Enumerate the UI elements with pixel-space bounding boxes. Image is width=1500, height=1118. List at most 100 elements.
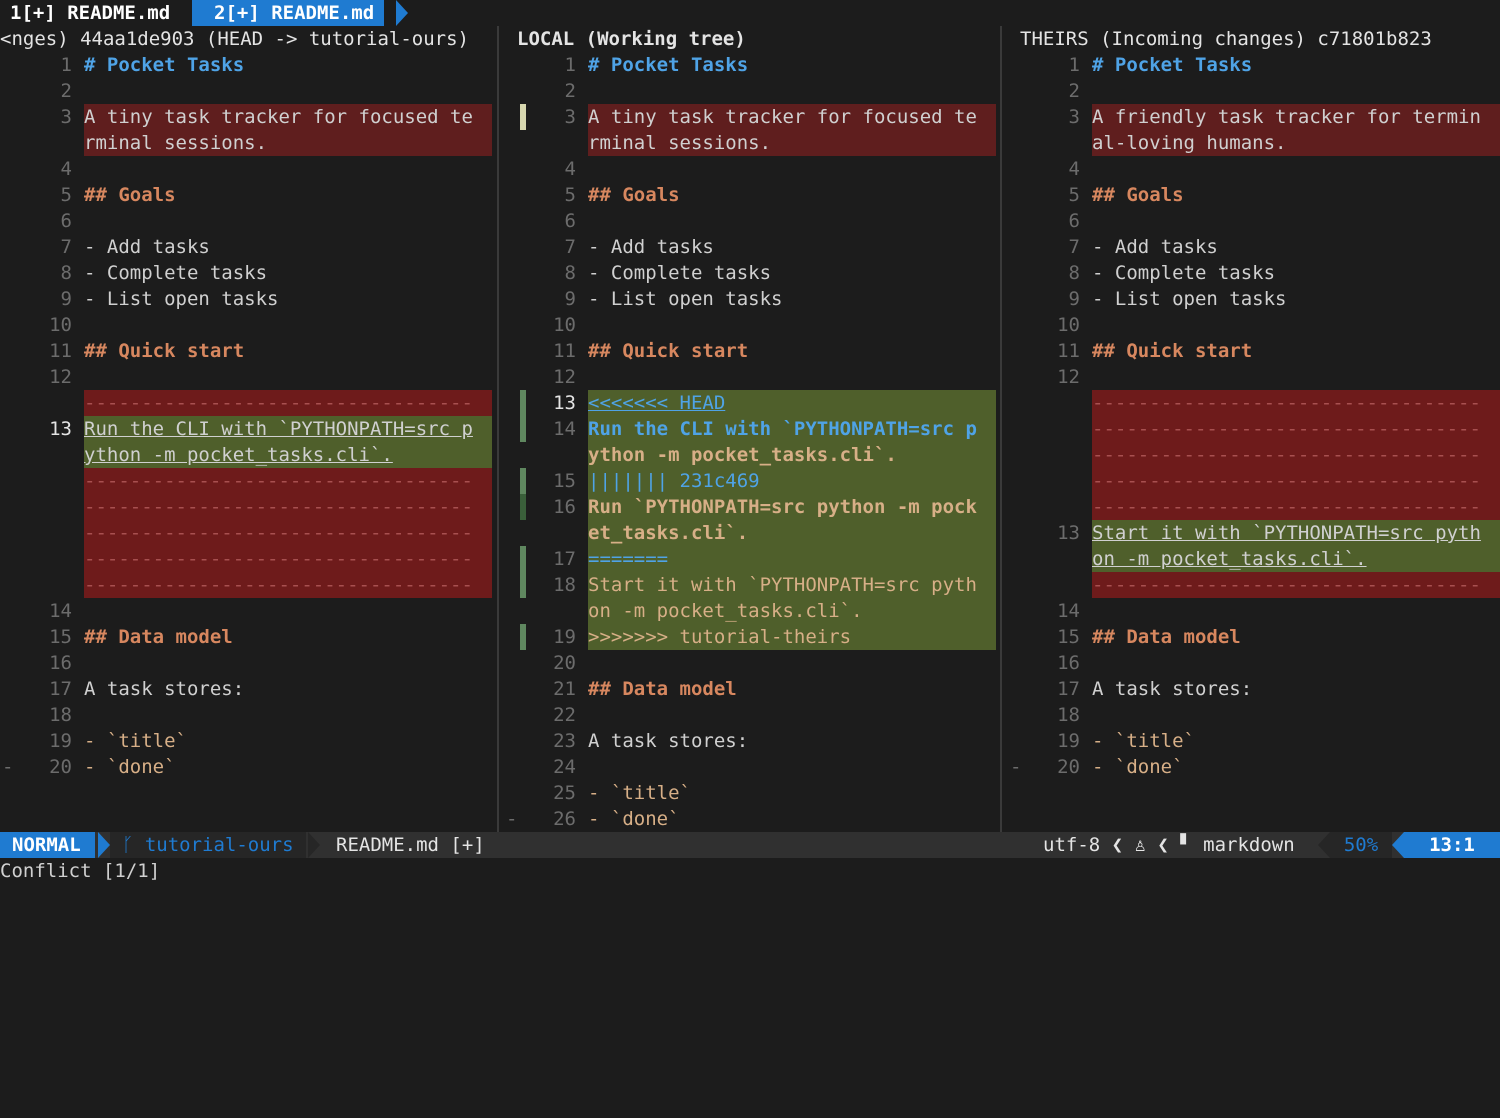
- diff-filler: ---------------------------------- -----…: [84, 468, 492, 598]
- command-line[interactable]: Conflict [1/1]: [0, 858, 160, 884]
- list-item: - Complete tasks: [588, 262, 772, 284]
- line-number: 8: [1068, 262, 1080, 284]
- text-line: ython -m pocket_tasks.cli`.: [588, 444, 897, 466]
- tab-1[interactable]: 1[+] README.md: [0, 0, 181, 26]
- powerline-separator: [1318, 832, 1330, 858]
- heading: # Pocket Tasks: [84, 54, 245, 76]
- tab-2-active[interactable]: 2[+] README.md: [192, 0, 385, 26]
- line-number: 20: [49, 756, 72, 778]
- list-item: - `title`: [84, 730, 187, 752]
- text-line: ython -m pocket_tasks.cli`.: [84, 444, 393, 466]
- line-number: 12: [1057, 366, 1080, 388]
- line-number: 26: [553, 808, 576, 830]
- line-number: 2: [60, 80, 72, 102]
- list-item: - `done`: [588, 808, 680, 830]
- line-number: 11: [49, 340, 72, 362]
- line-number: 9: [1068, 288, 1080, 310]
- line-number: 12: [49, 366, 72, 388]
- line-number: 3: [1068, 106, 1080, 128]
- list-item: - `title`: [588, 782, 691, 804]
- line-number: 25: [553, 782, 576, 804]
- line-number: 17: [49, 678, 72, 700]
- text-line: on -m pocket_tasks.cli`.: [588, 600, 863, 622]
- heading: ## Data model: [1092, 626, 1241, 648]
- heading: ## Quick start: [1092, 340, 1253, 362]
- conflict-marker-base: ||||||| 231c469: [588, 470, 760, 492]
- powerline-separator: [308, 832, 320, 858]
- text-line: A task stores:: [84, 678, 245, 700]
- cursor-position: 13:1: [1404, 832, 1500, 858]
- line-number: 9: [60, 288, 72, 310]
- list-item: - Add tasks: [1092, 236, 1218, 258]
- line-number: 7: [564, 236, 576, 258]
- text-line: Run the CLI with `PYTHONPATH=src p: [588, 418, 977, 440]
- diff-filler: ----------------------------------: [84, 390, 492, 416]
- text-line: A friendly task tracker for termin: [1092, 106, 1481, 128]
- list-item: - `done`: [1092, 756, 1184, 778]
- line-number: 1: [1068, 54, 1080, 76]
- line-number: 20: [1057, 756, 1080, 778]
- file-info: utf-8 ❮ ♙ ❮ ▘ markdown: [1043, 834, 1295, 856]
- pane-ours[interactable]: <nges) 44aa1de903 (HEAD -> tutorial-ours…: [0, 26, 497, 832]
- conflict-marker-theirs: >>>>>>> tutorial-theirs: [588, 626, 852, 648]
- heading: # Pocket Tasks: [1092, 54, 1253, 76]
- text-line: Start it with `PYTHONPATH=src pyth: [1092, 522, 1481, 544]
- line-number: 15: [1057, 626, 1080, 648]
- line-number: 18: [1057, 704, 1080, 726]
- line-number: 9: [564, 288, 576, 310]
- line-number: 13: [1057, 522, 1080, 544]
- tab-separator: [396, 0, 408, 26]
- line-number: 17: [553, 548, 576, 570]
- line-number: 4: [1068, 158, 1080, 180]
- text-line: Run `PYTHONPATH=src python -m pock: [588, 496, 977, 518]
- line-number: 6: [60, 210, 72, 232]
- pane-header-local: LOCAL (Working tree): [517, 28, 746, 50]
- line-number: 3: [564, 106, 576, 128]
- pane-local[interactable]: LOCAL (Working tree) 1 # Pocket Tasks 2 3…: [500, 26, 1000, 832]
- file-name: README.md [+]: [336, 834, 485, 856]
- conflict-marker-head: <<<<<<< HEAD: [588, 392, 726, 414]
- line-number: 10: [49, 314, 72, 336]
- line-number: 16: [553, 496, 576, 518]
- line-number: 10: [1057, 314, 1080, 336]
- scroll-percent: 50%: [1330, 832, 1392, 858]
- line-number: 3: [60, 106, 72, 128]
- heading: ## Data model: [588, 678, 737, 700]
- line-number: 1: [60, 54, 72, 76]
- pane-divider[interactable]: [1000, 26, 1002, 832]
- tabline: 1[+] README.md 2[+] README.md: [0, 0, 1500, 26]
- line-number: 22: [553, 704, 576, 726]
- line-number: 14: [553, 418, 576, 440]
- pane-theirs[interactable]: THEIRS (Incoming changes) c71801b823 1 # …: [1003, 26, 1500, 832]
- line-number: 13: [49, 418, 72, 440]
- line-number: 14: [1057, 600, 1080, 622]
- pane-header-theirs: THEIRS (Incoming changes) c71801b823: [1020, 28, 1432, 50]
- line-number: 4: [564, 158, 576, 180]
- list-item: - List open tasks: [1092, 288, 1287, 310]
- line-number: 8: [564, 262, 576, 284]
- line-number: 19: [553, 626, 576, 648]
- powerline-separator: [1392, 832, 1404, 858]
- line-number: 14: [49, 600, 72, 622]
- line-number: 13: [553, 392, 576, 414]
- text-line: et_tasks.cli`.: [588, 522, 749, 544]
- line-number: 8: [60, 262, 72, 284]
- line-number: 18: [553, 574, 576, 596]
- heading: ## Quick start: [84, 340, 245, 362]
- line-number: 5: [60, 184, 72, 206]
- diff-filler: ---------------------------------- -----…: [1092, 390, 1500, 520]
- line-number: 11: [1057, 340, 1080, 362]
- line-number: 7: [1068, 236, 1080, 258]
- line-number: 16: [49, 652, 72, 674]
- pane-divider[interactable]: [497, 26, 499, 832]
- line-number: 16: [1057, 652, 1080, 674]
- heading: ## Goals: [588, 184, 680, 206]
- pane-header-ours: <nges) 44aa1de903 (HEAD -> tutorial-ours…: [0, 28, 469, 50]
- text-line: A tiny task tracker for focused te: [84, 106, 473, 128]
- heading: ## Goals: [84, 184, 176, 206]
- list-item: - `done`: [84, 756, 176, 778]
- line-number: 10: [553, 314, 576, 336]
- list-item: - Complete tasks: [1092, 262, 1276, 284]
- mode-indicator: NORMAL: [0, 832, 95, 858]
- line-number: 4: [60, 158, 72, 180]
